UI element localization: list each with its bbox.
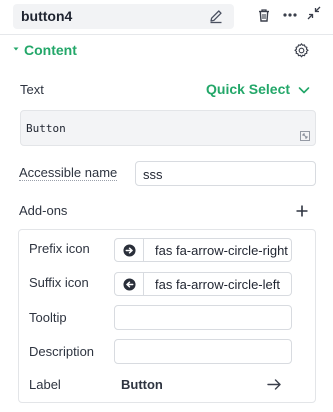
section-title: Content (24, 42, 77, 58)
arrow-circle-right-icon (123, 244, 136, 257)
tooltip-label: Tooltip (29, 310, 67, 325)
properties-header: button4 (0, 0, 333, 34)
text-value: Button (26, 122, 66, 135)
suffix-icon-picker[interactable] (114, 272, 144, 296)
quick-select-button[interactable]: Quick Select (206, 81, 290, 97)
content-section-header[interactable]: Content (0, 36, 333, 64)
suffix-icon-label: Suffix icon (29, 275, 89, 290)
component-name: button4 (21, 8, 73, 24)
arrow-circle-left-icon (123, 278, 136, 291)
accessible-name-value: sss (143, 167, 163, 182)
collapse-icon[interactable] (306, 5, 322, 21)
arrow-right-icon[interactable] (267, 378, 282, 391)
suffix-icon-input[interactable]: fas fa-arrow-circle-left (144, 272, 292, 296)
plus-icon[interactable] (295, 204, 309, 218)
prefix-icon-picker[interactable] (114, 238, 144, 262)
gear-icon[interactable] (293, 42, 310, 59)
accessible-name-input[interactable]: sss (135, 161, 316, 186)
label-label: Label (29, 377, 61, 392)
component-name-field[interactable]: button4 (13, 4, 234, 29)
header-divider (0, 34, 333, 35)
accessible-name-label: Accessible name (19, 165, 118, 181)
text-value-editor[interactable]: Button (20, 110, 316, 146)
trash-icon[interactable] (256, 7, 272, 23)
caret-down-icon (13, 47, 19, 51)
text-label: Text (20, 82, 44, 97)
pencil-icon[interactable] (208, 8, 224, 24)
prefix-icon-input[interactable]: fas fa-arrow-circle-right (144, 238, 292, 262)
expand-editor-icon[interactable] (300, 131, 310, 141)
description-label: Description (29, 344, 95, 359)
label-value[interactable]: Button (121, 377, 163, 392)
chevron-down-icon[interactable] (298, 84, 310, 96)
more-icon[interactable] (282, 7, 298, 23)
tooltip-input[interactable] (114, 305, 292, 330)
description-input[interactable] (114, 339, 292, 364)
prefix-icon-value: fas fa-arrow-circle-right (155, 243, 288, 258)
addons-title: Add-ons (19, 203, 68, 218)
prefix-icon-label: Prefix icon (29, 241, 90, 256)
suffix-icon-value: fas fa-arrow-circle-left (155, 277, 280, 292)
